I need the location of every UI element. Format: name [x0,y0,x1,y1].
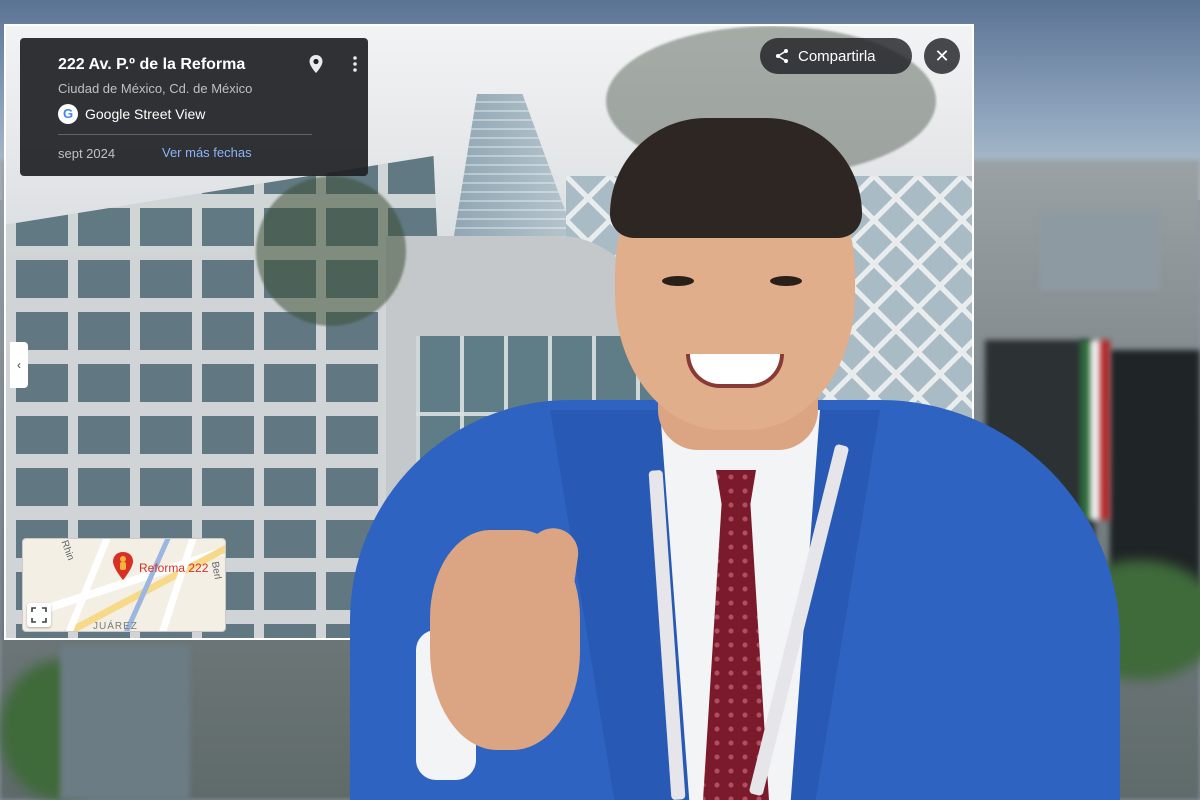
fullscreen-icon [31,607,47,623]
mini-map[interactable]: Rhin Berl Reforma 222 JUÁREZ [22,538,226,632]
google-street-view-brand: G Google Street View [58,104,205,124]
chevron-left-icon: ‹ [17,358,21,372]
more-dates-link[interactable]: Ver más fechas [162,145,252,160]
close-button[interactable]: ✕ [924,38,960,74]
person-portrait [340,110,1130,800]
location-info-panel: 222 Av. P.º de la Reforma Ciudad de Méxi… [20,38,368,176]
hair [610,118,862,238]
panel-divider [58,134,312,135]
google-logo-icon: G [58,104,78,124]
brand-label: Google Street View [85,106,206,122]
street-label-rhin: Rhin [58,538,76,563]
street-label-berl: Berl [208,560,223,581]
area-label: JUÁREZ [93,621,138,632]
left-eye [662,276,694,286]
share-label: Compartirla [798,47,876,65]
map-place-label: Reforma 222 [139,561,209,575]
expand-map-button[interactable] [27,603,51,627]
pegman-icon [113,552,133,580]
close-icon: ✕ [934,46,950,66]
location-pin-icon[interactable] [307,54,325,74]
right-eye [770,276,802,286]
location-subtitle: Ciudad de México, Cd. de México [58,81,253,96]
capture-date: sept 2024 [58,146,116,161]
background-building [60,645,190,800]
share-button[interactable]: Compartirla [760,38,912,74]
share-icon [776,49,788,63]
more-vert-icon[interactable] [351,54,359,74]
location-title: 222 Av. P.º de la Reforma [58,56,246,73]
collapse-panel-button[interactable]: ‹ [10,342,28,388]
